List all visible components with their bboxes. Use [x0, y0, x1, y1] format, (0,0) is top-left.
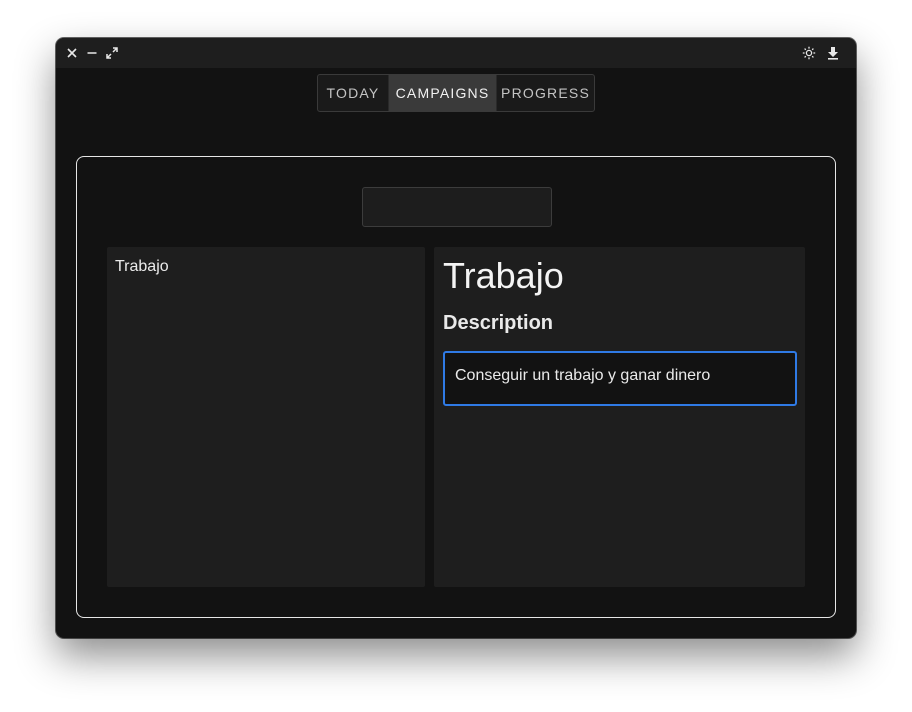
campaign-list: Trabajo [107, 247, 425, 587]
app-window: TODAY CAMPAIGNS PROGRESS Trabajo Trabajo… [56, 38, 856, 638]
tab-campaigns[interactable]: CAMPAIGNS [388, 75, 496, 111]
expand-icon[interactable] [104, 45, 120, 61]
description-field[interactable]: Conseguir un trabajo y ganar dinero [443, 351, 797, 406]
campaign-detail: Trabajo Description Conseguir un trabajo… [434, 247, 805, 587]
title-bar [56, 38, 856, 68]
campaigns-panel: Trabajo Trabajo Description Conseguir un… [76, 156, 836, 618]
search-input[interactable] [362, 187, 552, 227]
download-icon[interactable] [825, 45, 841, 61]
description-heading: Description [443, 312, 554, 334]
sun-icon[interactable] [801, 45, 817, 61]
main-tabs: TODAY CAMPAIGNS PROGRESS [317, 74, 595, 112]
campaign-title: Trabajo [443, 255, 564, 296]
tab-today[interactable]: TODAY [318, 75, 388, 111]
list-item[interactable]: Trabajo [107, 247, 425, 276]
tab-progress[interactable]: PROGRESS [496, 75, 594, 111]
minimize-icon[interactable] [84, 45, 100, 61]
close-icon[interactable] [64, 45, 80, 61]
